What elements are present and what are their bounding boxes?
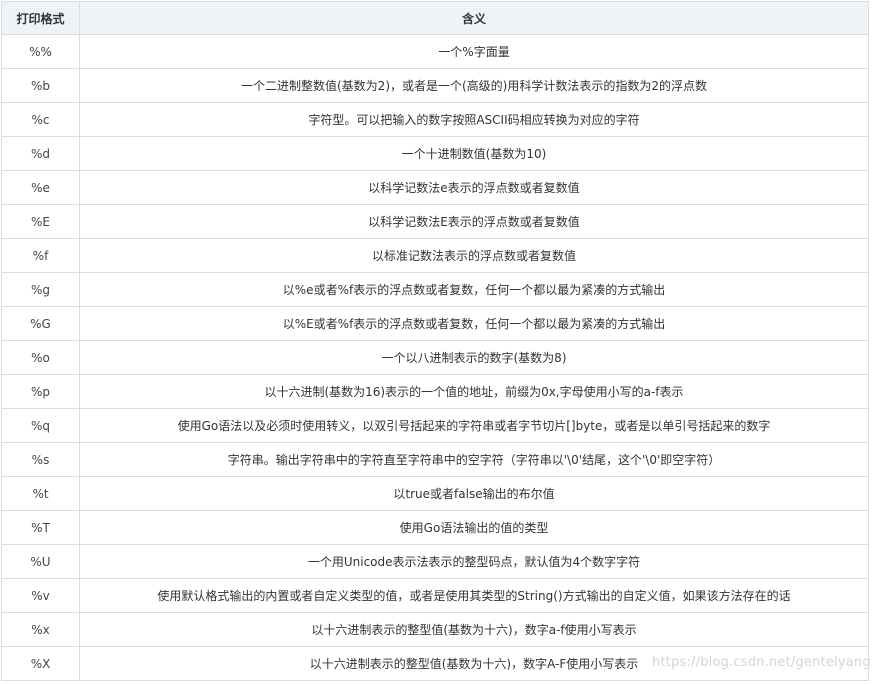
meaning-cell: 以标准记数法表示的浮点数或者复数值 xyxy=(79,238,869,273)
format-cell: %o xyxy=(1,340,80,375)
table-row: %o 一个以八进制表示的数字(基数为8) xyxy=(1,340,869,375)
format-cell: %g xyxy=(1,272,80,307)
table-row: %T 使用Go语法输出的值的类型 xyxy=(1,510,869,545)
table-row: %X 以十六进制表示的整型值(基数为十六)，数字A-F使用小写表示 xyxy=(1,646,869,681)
table-row: %p 以十六进制(基数为16)表示的一个值的地址，前缀为0x,字母使用小写的a-… xyxy=(1,374,869,409)
meaning-cell: 以十六进制表示的整型值(基数为十六)，数字a-f使用小写表示 xyxy=(79,612,869,647)
header-meaning: 含义 xyxy=(79,1,869,35)
format-cell: %G xyxy=(1,306,80,341)
meaning-cell: 字符串。输出字符串中的字符直至字符串中的空字符（字符串以'\0'结尾，这个'\0… xyxy=(79,442,869,477)
table-row: %E 以科学记数法E表示的浮点数或者复数值 xyxy=(1,204,869,239)
format-cell: %s xyxy=(1,442,80,477)
table-row: %c 字符型。可以把输入的数字按照ASCII码相应转换为对应的字符 xyxy=(1,102,869,137)
format-cell: %t xyxy=(1,476,80,511)
format-cell: %x xyxy=(1,612,80,647)
table-row: %t 以true或者false输出的布尔值 xyxy=(1,476,869,511)
meaning-cell: 使用Go语法输出的值的类型 xyxy=(79,510,869,545)
meaning-cell: 使用Go语法以及必须时使用转义，以双引号括起来的字符串或者字节切片[]byte，… xyxy=(79,408,869,443)
header-format: 打印格式 xyxy=(1,1,80,35)
format-cell: %v xyxy=(1,578,80,613)
format-cell: %b xyxy=(1,68,80,103)
table-row: %G 以%E或者%f表示的浮点数或者复数，任何一个都以最为紧凑的方式输出 xyxy=(1,306,869,341)
meaning-cell: 使用默认格式输出的内置或者自定义类型的值，或者是使用其类型的String()方式… xyxy=(79,578,869,613)
format-cell: %% xyxy=(1,34,80,69)
table-row: %f 以标准记数法表示的浮点数或者复数值 xyxy=(1,238,869,273)
meaning-cell: 一个以八进制表示的数字(基数为8) xyxy=(79,340,869,375)
format-cell: %c xyxy=(1,102,80,137)
meaning-cell: 以%e或者%f表示的浮点数或者复数，任何一个都以最为紧凑的方式输出 xyxy=(79,272,869,307)
table-row: %g 以%e或者%f表示的浮点数或者复数，任何一个都以最为紧凑的方式输出 xyxy=(1,272,869,307)
meaning-cell: 以true或者false输出的布尔值 xyxy=(79,476,869,511)
meaning-cell: 字符型。可以把输入的数字按照ASCII码相应转换为对应的字符 xyxy=(79,102,869,137)
format-cell: %U xyxy=(1,544,80,579)
meaning-cell: 一个用Unicode表示法表示的整型码点，默认值为4个数字字符 xyxy=(79,544,869,579)
table-row: %d 一个十进制数值(基数为10) xyxy=(1,136,869,171)
format-cell: %e xyxy=(1,170,80,205)
format-cell: %q xyxy=(1,408,80,443)
meaning-cell: 以十六进制(基数为16)表示的一个值的地址，前缀为0x,字母使用小写的a-f表示 xyxy=(79,374,869,409)
table-row: %U 一个用Unicode表示法表示的整型码点，默认值为4个数字字符 xyxy=(1,544,869,579)
table-row: %s 字符串。输出字符串中的字符直至字符串中的空字符（字符串以'\0'结尾，这个… xyxy=(1,442,869,477)
meaning-cell: 以十六进制表示的整型值(基数为十六)，数字A-F使用小写表示 xyxy=(79,646,869,681)
format-cell: %d xyxy=(1,136,80,171)
table-row: %v 使用默认格式输出的内置或者自定义类型的值，或者是使用其类型的String(… xyxy=(1,578,869,613)
table-row: %% 一个%字面量 xyxy=(1,34,869,69)
header-row: 打印格式 含义 xyxy=(1,1,869,35)
table-row: %b 一个二进制整数值(基数为2)，或者是一个(高级的)用科学计数法表示的指数为… xyxy=(1,68,869,103)
format-cell: %p xyxy=(1,374,80,409)
meaning-cell: 以科学记数法E表示的浮点数或者复数值 xyxy=(79,204,869,239)
meaning-cell: 一个二进制整数值(基数为2)，或者是一个(高级的)用科学计数法表示的指数为2的浮… xyxy=(79,68,869,103)
format-cell: %T xyxy=(1,510,80,545)
format-cell: %X xyxy=(1,646,80,681)
table-row: %x 以十六进制表示的整型值(基数为十六)，数字a-f使用小写表示 xyxy=(1,612,869,647)
meaning-cell: 以科学记数法e表示的浮点数或者复数值 xyxy=(79,170,869,205)
meaning-cell: 以%E或者%f表示的浮点数或者复数，任何一个都以最为紧凑的方式输出 xyxy=(79,306,869,341)
format-cell: %f xyxy=(1,238,80,273)
format-table: 打印格式 含义 %% 一个%字面量 %b 一个二进制整数值(基数为2)，或者是一… xyxy=(1,1,869,681)
meaning-cell: 一个十进制数值(基数为10) xyxy=(79,136,869,171)
meaning-cell: 一个%字面量 xyxy=(79,34,869,69)
table-row: %e 以科学记数法e表示的浮点数或者复数值 xyxy=(1,170,869,205)
format-cell: %E xyxy=(1,204,80,239)
table-row: %q 使用Go语法以及必须时使用转义，以双引号括起来的字符串或者字节切片[]by… xyxy=(1,408,869,443)
